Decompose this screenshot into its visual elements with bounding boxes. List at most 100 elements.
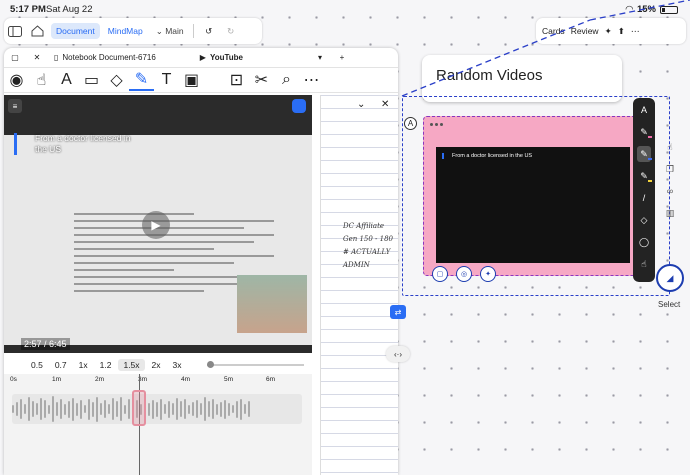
video-player[interactable]: From a doctor licensed in the US ▶ 2:57 … <box>4 95 312 353</box>
video-card[interactable]: From a doctor licensed in the US <box>423 116 637 276</box>
cards-button[interactable]: Cards <box>542 26 565 36</box>
redo-icon[interactable]: ↻ <box>220 20 242 42</box>
more-icon[interactable]: ⋯ <box>631 26 640 37</box>
speed-0-7[interactable]: 0.7 <box>50 359 72 371</box>
ai-icon[interactable]: ✦ <box>480 266 496 282</box>
notebook-page[interactable]: ⌄ ✕ DC Affiliate Gen 150 - 180 # ACTUALL… <box>320 95 398 475</box>
playhead-handle[interactable] <box>132 390 146 426</box>
waveform-bar <box>100 403 102 415</box>
pen-a-icon[interactable]: A <box>637 102 651 118</box>
title-card[interactable]: Random Videos <box>422 55 622 102</box>
main-dropdown[interactable]: ⌄ Main <box>151 23 189 40</box>
battery-percent: 15% <box>636 4 656 15</box>
copy-icon[interactable]: ❐ <box>663 162 677 176</box>
pen-blue-icon[interactable]: ✎ <box>637 146 652 162</box>
speed-0-5[interactable]: 0.5 <box>26 359 48 371</box>
search-icon[interactable]: ⌕ <box>274 69 299 91</box>
review-button[interactable]: Review <box>571 26 599 36</box>
speed-slider[interactable] <box>206 361 304 368</box>
tab-youtube[interactable]: ▶ YouTube <box>194 53 249 62</box>
sidebar-toggle-icon[interactable] <box>4 20 26 42</box>
waveform-bar <box>68 400 70 418</box>
textbox-icon[interactable]: T <box>154 69 179 91</box>
lasso-tool-icon[interactable]: ◯ <box>637 234 651 250</box>
play-button[interactable]: ▶ <box>142 211 170 239</box>
eraser-tool-icon[interactable]: ◇ <box>637 212 651 228</box>
waveform-bar <box>212 399 214 419</box>
video-title: From a doctor licensed in the US <box>14 133 134 155</box>
comment-icon[interactable]: ▢ <box>432 266 448 282</box>
waveform-bar <box>80 399 82 419</box>
pen-yellow-icon[interactable]: ✎ <box>637 168 652 184</box>
highlighter-icon[interactable]: ▭ <box>79 69 104 91</box>
waveform-bar <box>40 398 42 420</box>
dropdown-icon[interactable]: ▾ <box>309 48 331 69</box>
video-card-actions: ▢ ◎ ✦ <box>432 266 496 282</box>
tab-mindmap[interactable]: MindMap <box>103 23 148 39</box>
delete-icon[interactable]: ▥ <box>663 206 677 220</box>
wifi-icon: ◠ <box>625 4 633 15</box>
pencil-icon[interactable]: / <box>637 190 651 206</box>
waveform-bar <box>236 400 238 418</box>
panel-tabs: ▢ ✕ ▯ Notebook Document-6716 ▶ YouTube ▾… <box>4 48 398 68</box>
waveform-bar <box>228 402 230 416</box>
layers-icon[interactable]: ≡ <box>8 99 22 113</box>
video-card-caption: From a doctor licensed in the US <box>442 153 532 159</box>
add-tab-icon[interactable]: + <box>331 48 353 69</box>
waveform-bar <box>172 403 174 415</box>
capture-icon[interactable]: ⊡ <box>224 69 249 91</box>
home-icon[interactable] <box>26 20 48 42</box>
waveform-bar <box>180 401 182 417</box>
waveform-bar <box>48 404 50 414</box>
view-icon[interactable]: ◉ <box>4 69 29 91</box>
speed-1-5x[interactable]: 1.5x <box>118 359 145 371</box>
waveform-bar <box>44 400 46 418</box>
hand-tool-icon[interactable]: ☝ <box>637 256 651 272</box>
waveform-bar <box>196 400 198 418</box>
sparkle-icon[interactable]: ✦ <box>605 26 612 37</box>
chat-icon[interactable]: ◎ <box>456 266 472 282</box>
waveform-bar <box>244 404 246 414</box>
main-toolbar: Document MindMap ⌄ Main ↺ ↻ <box>4 18 262 44</box>
tab-notebook-document[interactable]: ▯ Notebook Document-6716 <box>48 53 162 62</box>
battery-icon <box>660 5 678 14</box>
waveform-bar <box>200 403 202 415</box>
panel-resize-handle[interactable]: ‹·› <box>386 346 410 362</box>
speed-3x[interactable]: 3x <box>168 359 187 371</box>
collapse-icon[interactable]: ⌄ <box>357 99 365 110</box>
speed-2x[interactable]: 2x <box>147 359 166 371</box>
waveform-bar <box>112 398 114 420</box>
link-icon[interactable]: ∞ <box>663 184 677 198</box>
video-frame <box>4 135 312 345</box>
pointer-icon[interactable]: ☝ <box>663 140 677 154</box>
speed-1-2[interactable]: 1.2 <box>95 359 117 371</box>
audio-timeline[interactable]: 0s 1m 2m 3m 4m 5m 6m <box>4 374 312 475</box>
waveform-bar <box>96 396 98 422</box>
waveform-bar <box>188 404 190 414</box>
eraser-icon[interactable]: ◇ <box>104 69 129 91</box>
pen-pink-icon[interactable]: ✎ <box>637 124 652 140</box>
document-icon: ▯ <box>54 53 59 62</box>
panel-sidebar-icon[interactable]: ▢ <box>4 48 26 69</box>
video-card-player[interactable]: From a doctor licensed in the US <box>436 147 630 263</box>
options-icon[interactable]: ⋯ <box>299 69 324 91</box>
note-line: # ACTUALLY ADMIN <box>343 248 391 269</box>
waveform-bar <box>224 399 226 419</box>
slider-knob[interactable] <box>206 361 214 368</box>
panel-close-icon[interactable]: ✕ <box>26 48 48 69</box>
hand-icon[interactable]: ☝ <box>29 69 54 91</box>
tab-document[interactable]: Document <box>51 23 100 39</box>
share-icon[interactable]: ⬆ <box>618 26 625 37</box>
image-icon[interactable]: ▣ <box>179 69 204 91</box>
undo-icon[interactable]: ↺ <box>198 20 220 42</box>
pen-icon[interactable]: ✎ <box>129 69 154 91</box>
text-color-icon[interactable]: A <box>54 69 79 91</box>
swap-icon[interactable]: ⇄ <box>390 305 406 319</box>
screenshot-icon[interactable]: ✂ <box>249 69 274 91</box>
waveform-bar <box>156 401 158 417</box>
select-button[interactable]: ◢ <box>656 264 684 292</box>
toolbar-divider <box>192 24 194 38</box>
speed-1x[interactable]: 1x <box>74 359 93 371</box>
toggle-icon[interactable] <box>292 99 306 113</box>
close-notebook-icon[interactable]: ✕ <box>381 99 389 110</box>
